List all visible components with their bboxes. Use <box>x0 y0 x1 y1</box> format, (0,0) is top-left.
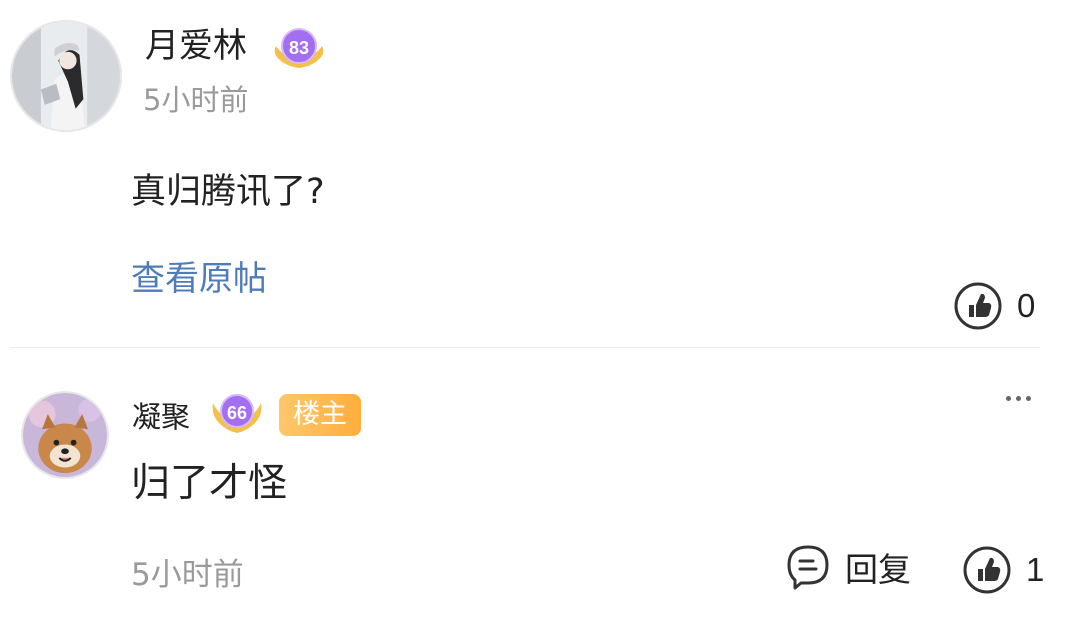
reply-username[interactable]: 凝聚 <box>132 394 190 436</box>
divider <box>10 347 1040 348</box>
post-username[interactable]: 月爱林 <box>145 24 247 68</box>
level-number: 66 <box>226 402 248 423</box>
level-badge: 83 <box>270 24 328 72</box>
comment-bubble-icon <box>787 545 829 590</box>
post-time: 5小时前 <box>143 83 249 117</box>
more-dots-icon <box>1005 395 1011 401</box>
level-badge: 66 <box>209 389 265 437</box>
avatar-image <box>12 22 120 130</box>
view-original-link[interactable]: 查看原帖 <box>131 251 267 300</box>
more-options-button[interactable] <box>998 383 1038 413</box>
post-like-count: 0 <box>1017 287 1036 324</box>
reply-author-avatar[interactable] <box>21 391 109 479</box>
reply-like-count: 1 <box>1026 551 1045 588</box>
level-number: 83 <box>288 37 310 58</box>
more-dots-icon <box>1025 395 1031 401</box>
reply-content: 归了才怪 <box>131 461 288 506</box>
op-tag: 楼主 <box>279 394 361 436</box>
thumbs-up-icon <box>963 546 1011 594</box>
reply-time: 5小时前 <box>131 557 244 593</box>
reply-button[interactable]: 回复 <box>785 543 911 591</box>
post-like-button[interactable]: 0 <box>953 281 1035 331</box>
reply-like-button[interactable]: 1 <box>962 545 1044 595</box>
comment-page: 月爱林 83 5小时前 真归腾讯了? 查看原帖 0 凝聚 66 楼主 归了才怪 … <box>0 0 1080 643</box>
thumbs-up-icon <box>954 282 1002 330</box>
more-dots-icon <box>1015 395 1021 401</box>
post-content: 真归腾讯了? <box>131 172 325 212</box>
avatar-image <box>23 393 107 477</box>
post-author-avatar[interactable] <box>10 20 122 132</box>
reply-label: 回复 <box>845 550 911 589</box>
